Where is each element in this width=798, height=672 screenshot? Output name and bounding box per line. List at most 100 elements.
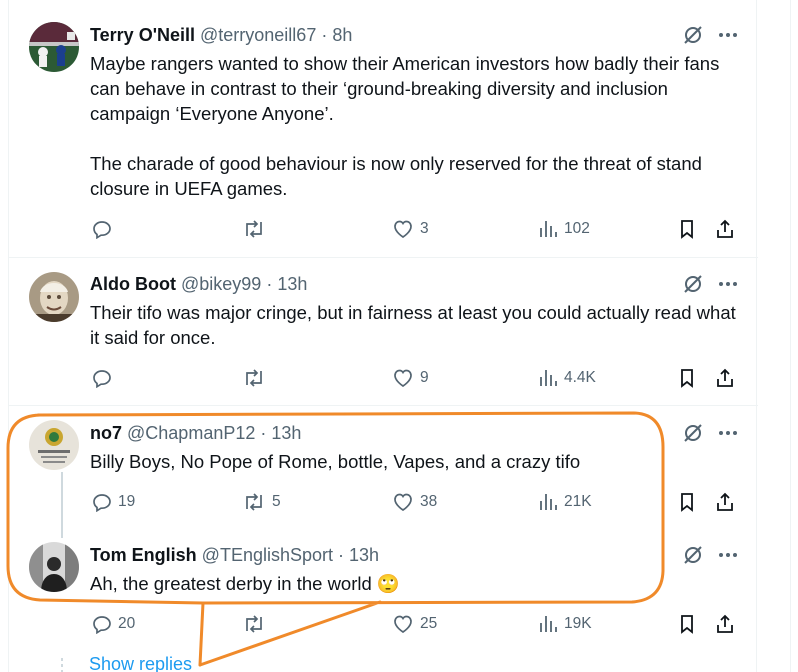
tweet-header: no7 @ChapmanP12 · 13h — [90, 421, 301, 445]
like-button[interactable]: 3 — [392, 216, 429, 242]
retweet-count: 5 — [272, 493, 281, 510]
heart-icon — [394, 369, 412, 388]
tweet-text: Ah, the greatest derby in the world 🙄 — [90, 571, 740, 596]
timestamp[interactable]: 13h — [277, 274, 307, 295]
retweet-button[interactable] — [242, 611, 272, 637]
user-handle[interactable]: @terryoneill67 — [200, 25, 316, 46]
user-handle[interactable]: @bikey99 — [181, 274, 261, 295]
views-button[interactable]: 102 — [538, 216, 590, 242]
separator-dot: · — [266, 273, 273, 294]
tweet-terry-oneill[interactable]: Terry O'Neill @terryoneill67 · 8h Maybe … — [9, 0, 758, 258]
tweet-actions: 19 5 38 21K — [90, 489, 740, 515]
timestamp[interactable]: 13h — [271, 423, 301, 444]
share-icon — [717, 492, 733, 511]
views-count: 21K — [564, 493, 592, 510]
reply-button[interactable]: 20 — [92, 611, 135, 637]
tweet-top-icons — [682, 421, 738, 445]
user-handle[interactable]: @ChapmanP12 — [127, 423, 255, 444]
grok-icon[interactable] — [682, 24, 704, 46]
views-count: 19K — [564, 615, 592, 632]
tweet-header: Tom English @TEnglishSport · 13h — [90, 543, 379, 567]
reply-button[interactable] — [92, 216, 118, 242]
bookmark-icon — [681, 220, 693, 239]
reply-feed: Terry O'Neill @terryoneill67 · 8h Maybe … — [8, 0, 758, 672]
reply-button[interactable] — [92, 365, 118, 391]
heart-icon — [394, 493, 412, 512]
tweet-aldo-boot[interactable]: Aldo Boot @bikey99 · 13h Their tifo was … — [9, 258, 758, 406]
tweet-text: Billy Boys, No Pope of Rome, bottle, Vap… — [90, 451, 581, 472]
bookmark-icon — [681, 493, 693, 512]
eye-roll-emoji: 🙄 — [376, 573, 400, 594]
display-name[interactable]: no7 — [90, 423, 122, 444]
views-button[interactable]: 19K — [538, 611, 592, 637]
like-count: 25 — [420, 615, 438, 632]
bookmark-button[interactable] — [677, 365, 703, 391]
timestamp[interactable]: 13h — [349, 545, 379, 566]
separator-dot: · — [260, 422, 267, 443]
tweet-header: Aldo Boot @bikey99 · 13h — [90, 272, 307, 296]
share-button[interactable] — [715, 216, 741, 242]
tweet-top-icons — [682, 23, 738, 47]
share-button[interactable] — [715, 489, 741, 515]
more-options-icon[interactable] — [718, 545, 738, 565]
display-name[interactable]: Tom English — [90, 545, 197, 566]
tweet-text-content: Ah, the greatest derby in the world — [90, 573, 372, 594]
more-options-icon[interactable] — [718, 25, 738, 45]
tweet-text: Their tifo was major cringe, but in fair… — [90, 302, 741, 348]
tweet-tom-english[interactable]: Tom English @TEnglishSport · 13h Ah, the… — [9, 536, 758, 656]
bookmark-button[interactable] — [677, 611, 703, 637]
like-button[interactable]: 38 — [392, 489, 437, 515]
like-button[interactable]: 25 — [392, 611, 437, 637]
display-name[interactable]: Terry O'Neill — [90, 25, 195, 46]
views-button[interactable]: 4.4K — [538, 365, 596, 391]
share-button[interactable] — [715, 611, 741, 637]
tweet-no7[interactable]: no7 @ChapmanP12 · 13h Billy Boys, No Pop… — [9, 406, 758, 536]
views-count: 102 — [564, 220, 590, 237]
retweet-icon — [246, 615, 262, 633]
share-icon — [717, 219, 733, 238]
avatar[interactable] — [29, 22, 79, 72]
sidebar-edge — [790, 0, 798, 672]
tweet-top-icons — [682, 272, 738, 296]
bookmark-button[interactable] — [677, 489, 703, 515]
avatar[interactable] — [29, 420, 79, 470]
like-button[interactable]: 9 — [392, 365, 429, 391]
views-button[interactable]: 21K — [538, 489, 592, 515]
timestamp[interactable]: 8h — [332, 25, 352, 46]
tweet-header: Terry O'Neill @terryoneill67 · 8h — [90, 23, 352, 47]
grok-icon[interactable] — [682, 544, 704, 566]
share-button[interactable] — [715, 365, 741, 391]
retweet-icon — [246, 493, 262, 511]
avatar[interactable] — [29, 542, 79, 592]
like-count: 3 — [420, 220, 429, 237]
reply-button[interactable]: 19 — [92, 489, 135, 515]
separator-dot: · — [321, 24, 328, 45]
share-icon — [717, 368, 733, 387]
display-name[interactable]: Aldo Boot — [90, 274, 176, 295]
grok-icon[interactable] — [682, 273, 704, 295]
grok-icon[interactable] — [682, 422, 704, 444]
user-handle[interactable]: @TEnglishSport — [202, 545, 333, 566]
views-icon — [540, 494, 557, 510]
retweet-button[interactable]: 5 — [242, 489, 281, 515]
bookmark-button[interactable] — [677, 216, 703, 242]
reply-icon — [93, 494, 111, 512]
retweet-icon — [246, 220, 262, 238]
like-count: 9 — [420, 369, 429, 386]
show-replies-link[interactable]: Show replies — [89, 654, 192, 672]
tweet-text: Maybe rangers wanted to show their Ameri… — [90, 53, 720, 199]
share-icon — [717, 614, 733, 633]
more-options-icon[interactable] — [718, 423, 738, 443]
views-icon — [540, 221, 557, 237]
views-count: 4.4K — [564, 369, 596, 386]
retweet-button[interactable] — [242, 216, 272, 242]
reply-icon — [93, 221, 111, 239]
tweet-actions: 9 4.4K — [90, 365, 740, 391]
retweet-button[interactable] — [242, 365, 272, 391]
avatar[interactable] — [29, 272, 79, 322]
bookmark-icon — [681, 369, 693, 388]
bookmark-icon — [681, 615, 693, 634]
reply-count: 20 — [118, 615, 136, 632]
reply-count: 19 — [118, 493, 136, 510]
more-options-icon[interactable] — [718, 274, 738, 294]
